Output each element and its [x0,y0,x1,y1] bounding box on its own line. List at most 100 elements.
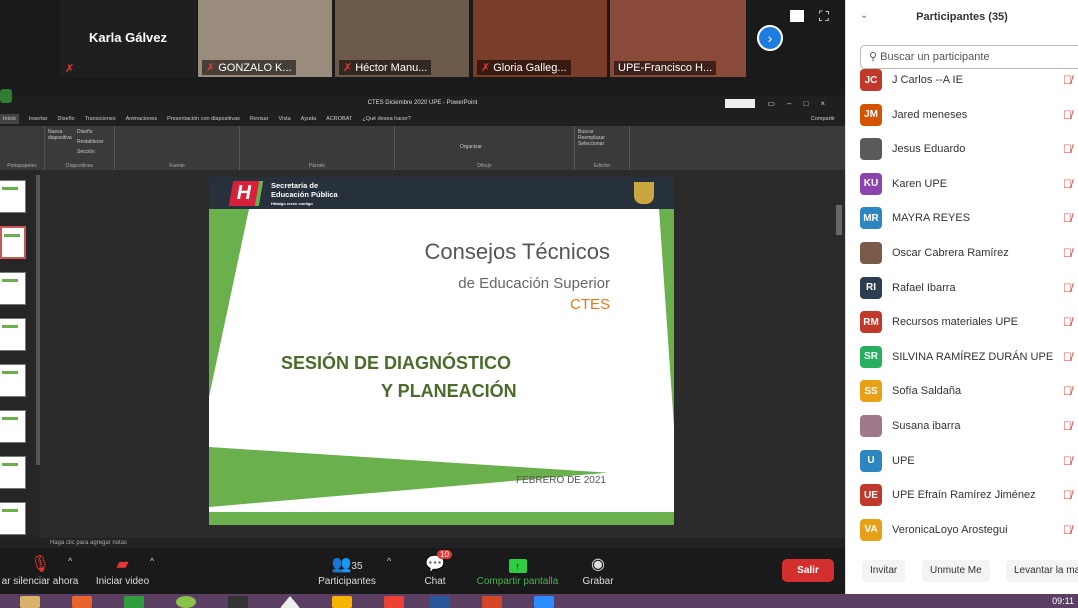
mic-muted-icon[interactable]: 🎙̸ [1063,350,1072,364]
slide-thumbnail[interactable] [0,226,26,259]
thumbnail-scrollbar[interactable] [36,175,40,465]
button-label: Compartir pantalla [476,576,559,587]
tab-transiciones[interactable]: Transiciones [85,116,116,122]
app-icon[interactable] [124,596,144,608]
avatar: VA [860,518,882,541]
participant-row[interactable]: Susana ibarra 🎙̸ [860,409,1078,443]
leave-button[interactable]: Salir [782,559,834,582]
slide-thumbnail[interactable] [0,364,26,397]
app-icon[interactable] [228,596,248,608]
slide-thumbnail[interactable] [0,180,26,213]
video-tile-karla[interactable]: Karla Gálvez ✗ [60,0,196,77]
slide-thumbnail[interactable] [0,502,26,535]
participant-row[interactable]: SR SILVINA RAMÍREZ DURÁN UPE 🎙̸ [860,340,1078,374]
participant-name: Karla Gálvez [88,30,168,45]
participant-row[interactable]: VA VeronicaLoyo Arostegui 🎙̸ [860,513,1078,547]
video-tile[interactable]: ✗ GONZALO K... [198,0,332,77]
new-slide-button[interactable]: Nueva diapositiva [48,129,76,141]
mic-muted-icon[interactable]: 🎙̸ [1063,419,1072,433]
mic-muted-icon[interactable]: 🎙̸ [1063,142,1072,156]
participant-row[interactable]: RI Rafael Ibarra 🎙̸ [860,271,1078,305]
mic-muted-icon[interactable]: 🎙̸ [1063,73,1072,87]
participant-row[interactable]: UE UPE Efraín Ramírez Jiménez 🎙̸ [860,478,1078,512]
file-explorer-icon[interactable] [20,596,40,608]
chat-badge: 10 [437,550,452,559]
participant-name: VeronicaLoyo Arostegui [892,523,1008,536]
mic-muted-icon[interactable]: 🎙̸ [1063,246,1072,260]
arrange-button[interactable]: Organizar [460,144,482,150]
participant-row[interactable]: RM Recursos materiales UPE 🎙̸ [860,305,1078,339]
tab-acrobat[interactable]: ACROBAT [326,116,352,122]
invite-button[interactable]: Invitar [862,560,906,582]
participant-row[interactable]: Jesus Eduardo 🎙̸ [860,132,1078,166]
powerpoint-window: CTES Diciembre 2020 UPE - PowerPoint ▭–□… [0,89,845,548]
app-icon[interactable] [176,596,196,608]
participants-button[interactable]: 👥35 Participantes [312,554,382,587]
account-button[interactable] [725,99,755,108]
video-tile[interactable]: ✗ Gloria Galleg... [473,0,607,77]
unmute-me-button[interactable]: Unmute Me [922,560,990,582]
slide-thumbnail[interactable] [0,272,26,305]
tab-vista[interactable]: Vista [279,116,291,122]
participant-row[interactable]: SS Sofía Saldaña 🎙̸ [860,374,1078,408]
tab-animaciones[interactable]: Animaciones [126,116,158,122]
participant-row[interactable]: KU Karen UPE 🎙̸ [860,167,1078,201]
mic-muted-icon[interactable]: 🎙̸ [1063,315,1072,329]
select-button[interactable]: Seleccionar [578,141,626,147]
video-tile[interactable]: UPE-Francisco H... [610,0,746,77]
mic-muted-icon[interactable]: 🎙̸ [1063,281,1072,295]
participant-row[interactable]: JC J Carlos --A IE 🎙̸ [860,63,1078,97]
window-controls[interactable]: ▭–□× [767,95,837,112]
participant-row[interactable]: Oscar Cabrera Ramírez 🎙̸ [860,236,1078,270]
tab-inicio[interactable]: Inicio [0,114,19,124]
tab-presentacion[interactable]: Presentación con diapositivas [167,116,240,122]
tell-me-search[interactable]: ¿Qué desea hacer? [362,116,411,122]
mic-muted-icon[interactable]: 🎙̸ [1063,488,1072,502]
tab-revisar[interactable]: Revisar [250,116,269,122]
reset-button[interactable]: Restablecer [77,139,104,145]
mic-muted-icon[interactable]: 🎙̸ [1063,523,1072,537]
share-button[interactable]: Compartir [811,116,835,122]
slide-thumbnail[interactable] [0,318,26,351]
notes-pane[interactable]: Haga clic para agregar notas [0,538,845,548]
raise-hand-button[interactable]: Levantar la ma [1006,560,1078,582]
tab-insertar[interactable]: Insertar [29,116,48,122]
chat-button[interactable]: 💬 Chat 10 [415,550,455,587]
word-icon[interactable] [430,596,450,608]
participant-name: Jesus Eduardo [892,143,966,156]
participant-row[interactable]: U UPE 🎙̸ [860,444,1078,478]
share-screen-button[interactable]: ↑ Compartir pantalla [470,554,565,587]
zoom-icon[interactable] [534,596,554,608]
layout-button[interactable]: Diseño [77,129,93,135]
view-layout-icon[interactable] [790,10,804,22]
audio-options-chevron-icon[interactable]: ^ [68,556,72,566]
next-page-arrow-icon[interactable]: › [757,25,783,51]
tab-diseno[interactable]: Diseño [58,116,75,122]
start-video-button[interactable]: ▰ Iniciar video [90,554,155,587]
app-icon[interactable] [332,596,352,608]
powerpoint-icon[interactable] [482,596,502,608]
section-button[interactable]: Sección [77,149,95,155]
mic-muted-icon[interactable]: 🎙̸ [1063,211,1072,225]
meeting-toolbar: 🎙 ar silenciar ahora ^ ▰ Iniciar video ^ 👥… [0,548,845,594]
video-off-icon: ▰ [116,556,129,573]
chrome-icon[interactable] [384,596,404,608]
slide-thumbnail[interactable] [0,410,26,443]
video-options-chevron-icon[interactable]: ^ [150,556,154,566]
fullscreen-icon[interactable]: ⛶ [819,8,829,25]
app-icon[interactable] [72,596,92,608]
participants-chevron-icon[interactable]: ^ [387,556,391,566]
participant-row[interactable]: JM Jared meneses 🎙̸ [860,98,1078,132]
video-tile[interactable]: ✗ Héctor Manu... [335,0,469,77]
slide-thumbnail[interactable] [0,456,26,489]
tab-ayuda[interactable]: Ayuda [301,116,317,122]
mic-muted-icon[interactable]: 🎙̸ [1063,108,1072,122]
slide-scrollbar[interactable] [836,205,842,235]
app-icon[interactable] [280,596,300,608]
mic-muted-icon[interactable]: 🎙̸ [1063,177,1072,191]
participant-row[interactable]: MR MAYRA REYES 🎙̸ [860,201,1078,235]
session-title: Y PLANEACIÓN [381,381,517,401]
record-button[interactable]: ◉ Grabar [578,554,618,587]
mic-muted-icon[interactable]: 🎙̸ [1063,454,1072,468]
mic-muted-icon[interactable]: 🎙̸ [1063,384,1072,398]
